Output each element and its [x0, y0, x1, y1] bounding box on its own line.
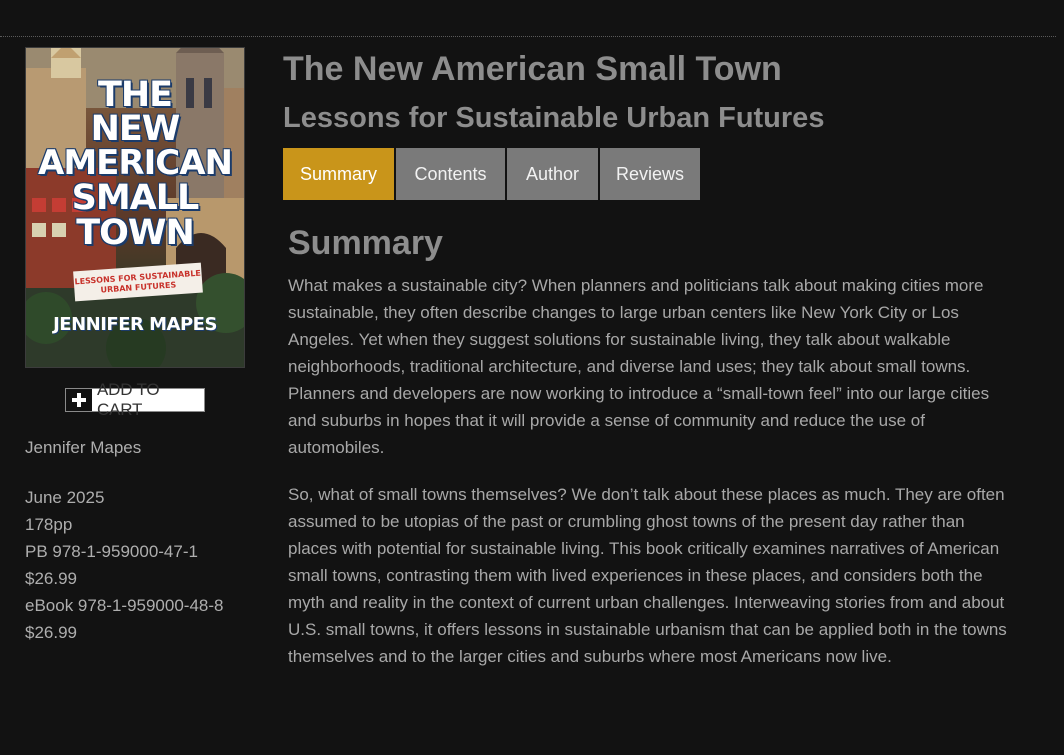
ebook-price: $26.99	[25, 623, 77, 642]
summary-heading: Summary	[288, 224, 443, 262]
cover-author: JENNIFER MAPES	[53, 314, 217, 335]
add-to-cart-button[interactable]: ADD TO CART	[65, 380, 205, 419]
ebook-isbn: eBook 978-1-959000-48-8	[25, 596, 224, 615]
summary-paragraph-2: So, what of small towns themselves? We d…	[288, 485, 1007, 666]
book-subtitle: Lessons for Sustainable Urban Futures	[283, 102, 825, 134]
cover-title-line-3: AMERICAN	[38, 143, 233, 183]
paperback-price: $26.99	[25, 569, 77, 588]
cover-title-line-2: NEW	[90, 109, 181, 149]
cover-title-line-1: THE	[97, 75, 173, 115]
tab-reviews[interactable]: Reviews	[600, 148, 700, 200]
top-divider	[0, 36, 1056, 37]
tab-bar: Summary Contents Author Reviews	[283, 148, 702, 200]
author-name: Jennifer Mapes	[25, 438, 142, 457]
plus-icon	[66, 389, 92, 411]
tab-summary[interactable]: Summary	[283, 148, 394, 200]
add-to-cart-label: ADD TO CART	[97, 380, 160, 419]
book-cover-image[interactable]: THE NEW AMERICAN SMALL TOWN LESSONS FOR …	[25, 47, 245, 368]
book-title: The New American Small Town	[283, 50, 782, 88]
book-details: June 2025 178pp PB 978-1-959000-47-1 $26…	[25, 484, 223, 646]
paperback-isbn: PB 978-1-959000-47-1	[25, 542, 198, 561]
tab-author[interactable]: Author	[507, 148, 598, 200]
page-count: 178pp	[25, 515, 73, 534]
cover-title-line-4: SMALL	[71, 178, 200, 218]
tab-contents[interactable]: Contents	[396, 148, 505, 200]
summary-paragraph-1: What makes a sustainable city? When plan…	[288, 276, 990, 457]
publication-date: June 2025	[25, 488, 105, 507]
cover-title-line-5: TOWN	[76, 213, 195, 253]
